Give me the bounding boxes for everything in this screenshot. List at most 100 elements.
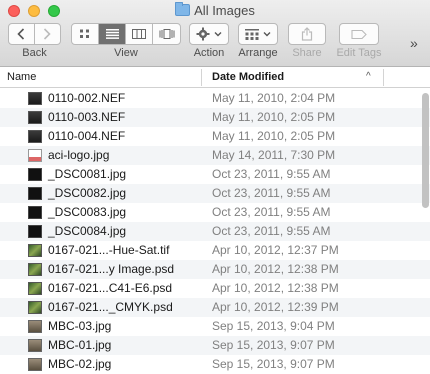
- scrollbar-thumb[interactable]: [422, 93, 429, 208]
- view-mode-control: [71, 23, 181, 45]
- share-button[interactable]: [288, 23, 326, 45]
- file-name: MBC-03.jpg: [48, 319, 112, 333]
- file-name: 0167-021...y Image.psd: [48, 262, 175, 276]
- column-divider[interactable]: [383, 69, 384, 86]
- chevron-down-icon: [263, 32, 271, 37]
- file-date: Oct 23, 2011, 9:55 AM: [212, 167, 331, 181]
- window-title: All Images: [194, 3, 255, 18]
- column-header: Name Date Modified ^: [0, 67, 430, 88]
- toolbar-overflow-button[interactable]: »: [410, 35, 418, 51]
- image-thumbnail-icon: [28, 130, 42, 143]
- chevron-left-icon: [17, 28, 25, 40]
- file-row[interactable]: MBC-03.jpg Sep 15, 2013, 9:04 PM: [0, 317, 430, 336]
- window-title-bar: All Images: [0, 2, 430, 20]
- file-row[interactable]: MBC-02.jpg Sep 15, 2013, 9:07 PM: [0, 355, 430, 374]
- edit-tags-button[interactable]: [339, 23, 379, 45]
- file-row[interactable]: 0110-003.NEF May 11, 2010, 2:05 PM: [0, 108, 430, 127]
- arrange-grid-icon: [245, 28, 259, 40]
- file-name: MBC-01.jpg: [48, 338, 112, 352]
- image-thumbnail-icon: [28, 339, 42, 352]
- file-date: May 14, 2011, 7:30 PM: [212, 148, 336, 162]
- file-name: _DSC0081.jpg: [48, 167, 127, 181]
- file-name: _DSC0083.jpg: [48, 205, 127, 219]
- image-thumbnail-icon: [28, 187, 42, 200]
- image-thumbnail-icon: [28, 358, 42, 371]
- vertical-scrollbar[interactable]: [420, 88, 430, 374]
- cover-flow-view-button[interactable]: [153, 24, 180, 44]
- window-toolbar: All Images Back View Action Arrange Shar…: [0, 0, 430, 67]
- image-thumbnail-icon: [28, 168, 42, 181]
- sort-ascending-icon: ^: [366, 71, 371, 82]
- file-date: May 11, 2010, 2:05 PM: [212, 110, 336, 124]
- file-row[interactable]: 0167-021...y Image.psd Apr 10, 2012, 12:…: [0, 260, 430, 279]
- file-row[interactable]: _DSC0082.jpg Oct 23, 2011, 9:55 AM: [0, 184, 430, 203]
- file-list: 0110-002.NEF May 11, 2010, 2:04 PM 0110-…: [0, 88, 430, 374]
- view-label: View: [114, 47, 138, 59]
- file-row[interactable]: _DSC0081.jpg Oct 23, 2011, 9:55 AM: [0, 165, 430, 184]
- list-view-button[interactable]: [99, 24, 126, 44]
- image-thumbnail-icon: [28, 301, 42, 314]
- edit-tags-label: Edit Tags: [336, 47, 382, 59]
- file-date: Apr 10, 2012, 12:38 PM: [212, 262, 339, 276]
- file-row[interactable]: MBC-01.jpg Sep 15, 2013, 9:07 PM: [0, 336, 430, 355]
- file-name: _DSC0084.jpg: [48, 224, 127, 238]
- file-name: 0167-021...C41-E6.psd: [48, 281, 173, 295]
- share-icon: [301, 27, 313, 41]
- file-date: Oct 23, 2011, 9:55 AM: [212, 186, 331, 200]
- arrange-button[interactable]: [238, 23, 278, 45]
- share-label: Share: [292, 47, 322, 59]
- file-name: 0167-021...-Hue-Sat.tif: [48, 243, 170, 257]
- image-thumbnail-icon: [28, 244, 42, 257]
- action-label: Action: [193, 47, 225, 59]
- folder-icon: [175, 2, 191, 16]
- chevron-down-icon: [214, 32, 222, 37]
- columns-icon: [132, 29, 146, 39]
- file-date: Sep 15, 2013, 9:07 PM: [212, 338, 335, 352]
- file-name: 0110-002.NEF: [48, 91, 126, 105]
- date-modified-column-header[interactable]: Date Modified: [212, 71, 284, 83]
- grid-icon: [80, 29, 89, 38]
- file-name: MBC-02.jpg: [48, 357, 112, 371]
- back-forward-control: [8, 23, 61, 45]
- tag-icon: [351, 29, 367, 39]
- arrange-label: Arrange: [238, 47, 278, 59]
- file-name: 0167-021..._CMYK.psd: [48, 300, 173, 314]
- gear-icon: [196, 27, 210, 41]
- file-date: May 11, 2010, 2:05 PM: [212, 129, 336, 143]
- image-thumbnail-icon: [28, 225, 42, 238]
- back-label: Back: [22, 47, 47, 59]
- file-row[interactable]: 0167-021..._CMYK.psd Apr 10, 2012, 12:39…: [0, 298, 430, 317]
- file-row[interactable]: 0110-004.NEF May 11, 2010, 2:05 PM: [0, 127, 430, 146]
- file-name: _DSC0082.jpg: [48, 186, 127, 200]
- file-date: Oct 23, 2011, 9:55 AM: [212, 224, 331, 238]
- image-thumbnail-icon: [28, 111, 42, 124]
- image-thumbnail-icon: [28, 320, 42, 333]
- image-thumbnail-icon: [28, 149, 42, 162]
- column-divider[interactable]: [201, 69, 202, 86]
- file-date: May 11, 2010, 2:04 PM: [212, 91, 336, 105]
- image-thumbnail-icon: [28, 92, 42, 105]
- file-row[interactable]: 0167-021...-Hue-Sat.tif Apr 10, 2012, 12…: [0, 241, 430, 260]
- file-row[interactable]: _DSC0083.jpg Oct 23, 2011, 9:55 AM: [0, 203, 430, 222]
- icon-view-button[interactable]: [72, 24, 99, 44]
- file-date: Apr 10, 2012, 12:37 PM: [212, 243, 339, 257]
- action-button[interactable]: [189, 23, 229, 45]
- file-row[interactable]: aci-logo.jpg May 14, 2011, 7:30 PM: [0, 146, 430, 165]
- chevron-right-icon: [44, 28, 51, 40]
- image-thumbnail-icon: [28, 263, 42, 276]
- file-row[interactable]: 0110-002.NEF May 11, 2010, 2:04 PM: [0, 89, 430, 108]
- name-column-header[interactable]: Name: [7, 71, 36, 83]
- file-date: Sep 15, 2013, 9:07 PM: [212, 357, 335, 371]
- file-row[interactable]: 0167-021...C41-E6.psd Apr 10, 2012, 12:3…: [0, 279, 430, 298]
- list-icon: [105, 29, 119, 39]
- file-name: 0110-004.NEF: [48, 129, 126, 143]
- file-date: Apr 10, 2012, 12:38 PM: [212, 281, 339, 295]
- forward-button[interactable]: [35, 24, 60, 44]
- file-date: Oct 23, 2011, 9:55 AM: [212, 205, 331, 219]
- file-row[interactable]: _DSC0084.jpg Oct 23, 2011, 9:55 AM: [0, 222, 430, 241]
- file-date: Sep 15, 2013, 9:04 PM: [212, 319, 335, 333]
- column-view-button[interactable]: [126, 24, 153, 44]
- cover-flow-icon: [159, 29, 174, 39]
- back-button[interactable]: [9, 24, 35, 44]
- file-date: Apr 10, 2012, 12:39 PM: [212, 300, 339, 314]
